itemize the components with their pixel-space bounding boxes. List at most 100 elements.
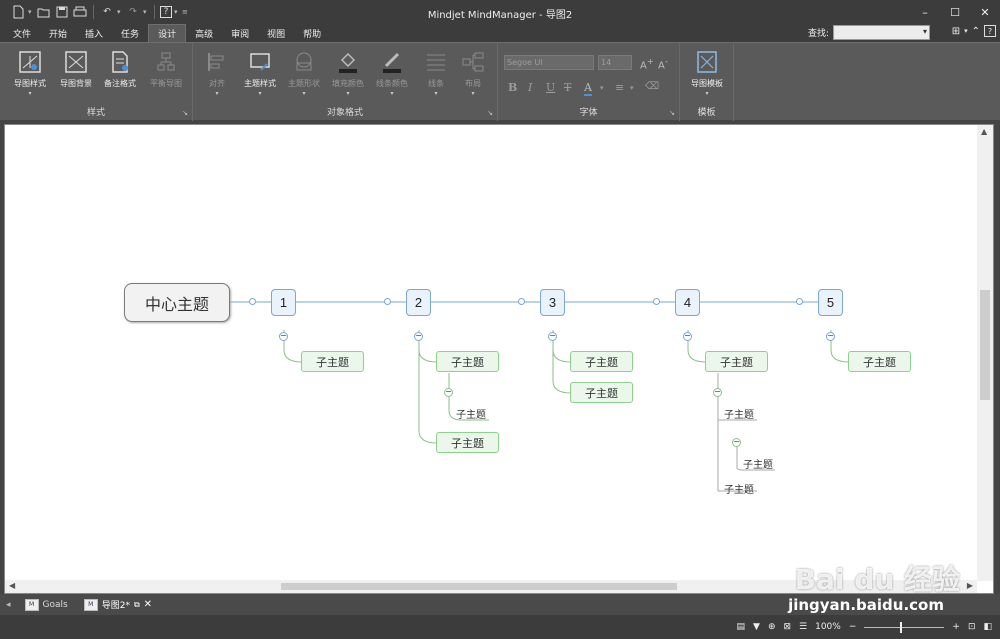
outline-icon[interactable]: ☰ bbox=[799, 622, 807, 632]
strikethrough-icon[interactable]: T bbox=[564, 81, 571, 94]
scroll-left-icon[interactable]: ◀ bbox=[9, 581, 15, 590]
print-icon[interactable] bbox=[72, 4, 88, 20]
subtopic[interactable]: 子主题 bbox=[301, 351, 364, 372]
main-topic-5[interactable]: 5 bbox=[818, 289, 843, 316]
focus-icon[interactable]: ⊕ bbox=[768, 622, 776, 632]
topic-style-button[interactable]: 主题样式 ▾ bbox=[238, 49, 282, 97]
customize-qat-icon[interactable]: ≡ bbox=[182, 8, 188, 16]
dialog-launcher-icon[interactable]: ↘ bbox=[669, 109, 675, 117]
grow-font-icon[interactable]: A+ bbox=[640, 56, 654, 71]
map-template-button[interactable]: 导图模板 ▾ bbox=[685, 49, 729, 97]
collapse-icon[interactable]: − bbox=[414, 332, 423, 341]
scroll-up-icon[interactable]: ▲ bbox=[981, 127, 987, 136]
collapse-icon[interactable]: − bbox=[279, 332, 288, 341]
font-family-select[interactable]: Segoe UI bbox=[504, 55, 594, 70]
help-icon[interactable]: ? bbox=[160, 6, 172, 18]
minimize-button[interactable]: – bbox=[910, 0, 940, 24]
subtopic-leaf[interactable]: 子主题 bbox=[456, 406, 496, 421]
chevron-down-icon[interactable]: ▾ bbox=[630, 84, 634, 92]
collapse-icon[interactable]: − bbox=[732, 438, 741, 447]
tab-review[interactable]: 审阅 bbox=[222, 24, 258, 42]
topic-shape-button[interactable]: 主题形状 ▾ bbox=[282, 49, 326, 97]
subtopic-leaf[interactable]: 子主题 bbox=[724, 406, 764, 421]
chevron-down-icon[interactable]: ▾ bbox=[923, 27, 927, 36]
new-dropdown-icon[interactable]: ▾ bbox=[28, 8, 34, 16]
redo-dropdown-icon[interactable]: ▾ bbox=[143, 8, 149, 16]
collapse-icon[interactable]: − bbox=[713, 388, 722, 397]
doc-tab-map2[interactable]: M 导图2* ⧉ ✕ bbox=[76, 595, 160, 614]
subtopic[interactable]: 子主题 bbox=[436, 432, 499, 453]
close-tab-icon[interactable]: ✕ bbox=[144, 599, 152, 610]
main-topic-2[interactable]: 2 bbox=[406, 289, 431, 316]
fill-color-button[interactable]: 填充颜色 ▾ bbox=[326, 49, 370, 97]
tab-help[interactable]: 帮助 bbox=[294, 24, 330, 42]
zoom-knob[interactable] bbox=[900, 621, 903, 633]
tab-view[interactable]: 视图 bbox=[258, 24, 294, 42]
maximize-button[interactable]: ☐ bbox=[940, 0, 970, 24]
panel-toggle-icon[interactable]: ◧ bbox=[983, 622, 992, 632]
notes-format-button[interactable]: 备注格式 bbox=[98, 49, 142, 89]
balance-map-button[interactable]: 平衡导图 bbox=[144, 49, 188, 89]
zoom-in-icon[interactable]: + bbox=[952, 622, 960, 632]
tab-advanced[interactable]: 高级 bbox=[186, 24, 222, 42]
undo-dropdown-icon[interactable]: ▾ bbox=[117, 8, 123, 16]
subtopic[interactable]: 子主题 bbox=[436, 351, 499, 372]
main-topic-1[interactable]: 1 bbox=[271, 289, 296, 316]
subtopic[interactable]: 子主题 bbox=[570, 382, 633, 403]
subtopic[interactable]: 子主题 bbox=[570, 351, 633, 372]
scroll-right-icon[interactable]: ▶ bbox=[967, 581, 973, 590]
fit-page-icon[interactable]: ⊡ bbox=[968, 622, 976, 632]
scroll-thumb[interactable] bbox=[281, 583, 677, 590]
dialog-launcher-icon[interactable]: ↘ bbox=[487, 109, 493, 117]
subtopic[interactable]: 子主题 bbox=[705, 351, 768, 372]
line-color-button[interactable]: 线条颜色 ▾ bbox=[370, 49, 414, 97]
scroll-thumb[interactable] bbox=[980, 290, 990, 400]
subtopic-leaf[interactable]: 子主题 bbox=[724, 481, 764, 496]
shrink-font-icon[interactable]: A- bbox=[658, 56, 668, 71]
fit-map-icon[interactable]: ⊠ bbox=[783, 622, 791, 632]
layout-button[interactable]: 布局 ▾ bbox=[451, 49, 495, 97]
zoom-out-icon[interactable]: − bbox=[849, 622, 857, 632]
central-topic[interactable]: 中心主题 bbox=[124, 283, 230, 322]
font-size-select[interactable]: 14 bbox=[598, 55, 632, 70]
main-topic-3[interactable]: 3 bbox=[540, 289, 565, 316]
map-background-button[interactable]: 导图背景 bbox=[54, 49, 98, 89]
new-doc-icon[interactable] bbox=[10, 4, 26, 20]
tab-insert[interactable]: 插入 bbox=[76, 24, 112, 42]
open-icon[interactable] bbox=[36, 4, 52, 20]
undo-icon[interactable]: ↶ bbox=[99, 4, 115, 20]
save-icon[interactable] bbox=[54, 4, 70, 20]
vertical-scrollbar[interactable]: ▲ bbox=[977, 125, 993, 581]
underline-icon[interactable]: U bbox=[546, 81, 555, 94]
clear-format-icon[interactable]: ⌫ bbox=[645, 81, 659, 92]
org-chart-icon[interactable]: ⊞ bbox=[952, 26, 960, 37]
collapse-icon[interactable]: − bbox=[683, 332, 692, 341]
layout-view-icon[interactable]: ▤ bbox=[737, 622, 746, 632]
zoom-slider[interactable] bbox=[864, 621, 945, 633]
tab-home[interactable]: 开始 bbox=[40, 24, 76, 42]
doc-tab-goals[interactable]: M Goals bbox=[17, 595, 76, 614]
align-button[interactable]: 对齐 ▾ bbox=[195, 49, 239, 97]
chevron-down-icon[interactable]: ▾ bbox=[600, 84, 604, 92]
main-topic-4[interactable]: 4 bbox=[675, 289, 700, 316]
tab-file[interactable]: 文件 bbox=[4, 24, 40, 42]
collapse-icon[interactable]: − bbox=[444, 388, 453, 397]
map-style-button[interactable]: 导图样式 ▾ bbox=[8, 49, 52, 97]
alignment-icon[interactable]: ≡ bbox=[615, 81, 624, 94]
collapse-icon[interactable]: − bbox=[548, 332, 557, 341]
map-canvas[interactable]: 中心主题 1 2 3 4 5 − − − − − − − − 子主题 子主题 子… bbox=[5, 125, 977, 581]
italic-icon[interactable]: I bbox=[528, 81, 532, 94]
dialog-launcher-icon[interactable]: ↘ bbox=[182, 109, 188, 117]
float-tab-icon[interactable]: ⧉ bbox=[134, 600, 140, 610]
collapse-icon[interactable]: − bbox=[826, 332, 835, 341]
chevron-down-icon[interactable]: ▾ bbox=[964, 27, 968, 35]
bold-icon[interactable]: B bbox=[508, 81, 517, 94]
tab-design[interactable]: 设计 bbox=[148, 24, 187, 42]
tab-scroll-left-icon[interactable]: ◂ bbox=[0, 600, 17, 610]
close-button[interactable]: ✕ bbox=[970, 0, 1000, 24]
collapse-ribbon-icon[interactable]: ⌃ bbox=[972, 26, 980, 37]
help-icon[interactable]: ? bbox=[984, 25, 996, 37]
subtopic[interactable]: 子主题 bbox=[848, 351, 911, 372]
help-dropdown-icon[interactable]: ▾ bbox=[174, 8, 180, 16]
tab-task[interactable]: 任务 bbox=[112, 24, 148, 42]
